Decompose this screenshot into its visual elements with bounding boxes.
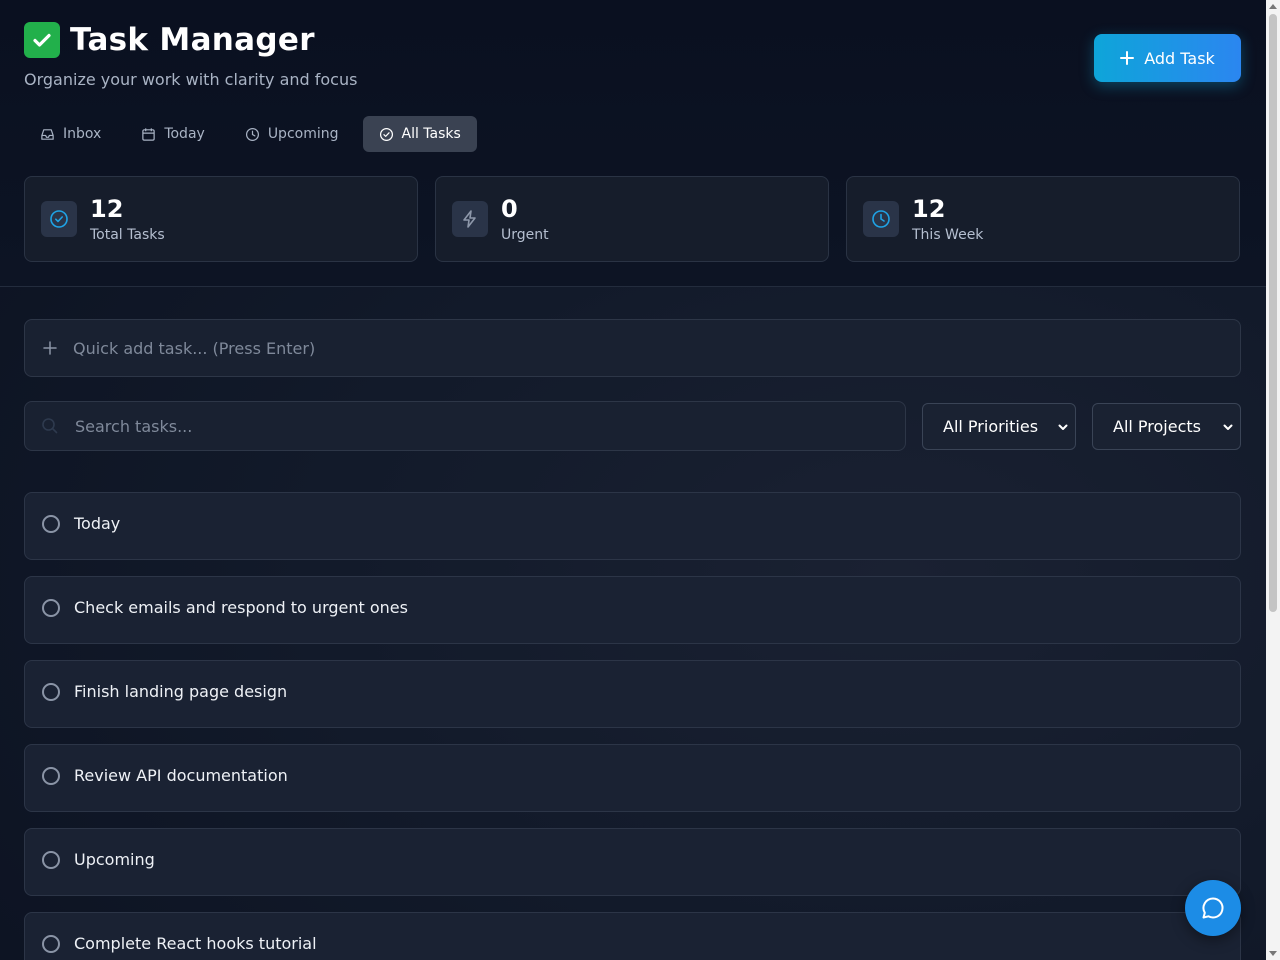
task-checkbox[interactable] bbox=[42, 515, 60, 533]
page-subtitle: Organize your work with clarity and focu… bbox=[24, 70, 358, 89]
inbox-icon bbox=[41, 128, 54, 140]
tab-today[interactable]: Today bbox=[125, 116, 221, 152]
tab-label: Upcoming bbox=[267, 126, 339, 142]
view-tabs: Inbox Today Upcoming All Tasks bbox=[24, 116, 477, 152]
priority-filter-select[interactable]: All Priorities bbox=[922, 403, 1076, 450]
stat-label: Total Tasks bbox=[90, 227, 165, 243]
task-item[interactable]: Finish landing page design bbox=[24, 660, 1241, 728]
add-task-label: Add Task bbox=[1144, 48, 1215, 68]
task-title: Upcoming bbox=[74, 849, 155, 869]
stats-row: 12 Total Tasks 0 Urgent 12 This Week bbox=[24, 176, 1240, 262]
task-manager-page: Task Manager Organize your work with cla… bbox=[0, 0, 1266, 960]
priority-filter-value: All Priorities bbox=[943, 417, 1039, 436]
add-task-button[interactable]: Add Task bbox=[1094, 34, 1241, 82]
scrollbar[interactable] bbox=[1266, 0, 1280, 960]
project-filter-value: All Projects bbox=[1113, 417, 1201, 436]
plus-icon bbox=[1120, 51, 1135, 65]
quick-add-bar bbox=[24, 319, 1241, 377]
stat-card-this-week: 12 This Week bbox=[846, 176, 1240, 262]
stat-icon-wrapper bbox=[452, 201, 488, 237]
tab-label: Today bbox=[164, 126, 205, 142]
scroll-down-arrow[interactable] bbox=[1269, 951, 1277, 956]
chat-button[interactable] bbox=[1185, 880, 1241, 936]
chevron-down-icon bbox=[1223, 424, 1233, 430]
task-item[interactable]: Check emails and respond to urgent ones bbox=[24, 576, 1241, 644]
task-title: Complete React hooks tutorial bbox=[74, 933, 317, 953]
tab-label: Inbox bbox=[63, 126, 102, 142]
stat-value: 12 bbox=[90, 195, 124, 223]
task-title: Today bbox=[74, 513, 121, 533]
stat-card-urgent: 0 Urgent bbox=[435, 176, 829, 262]
task-item[interactable]: Complete React hooks tutorial bbox=[24, 912, 1241, 960]
task-checkbox[interactable] bbox=[42, 599, 60, 617]
task-checkbox[interactable] bbox=[42, 851, 60, 869]
calendar-icon bbox=[142, 127, 156, 141]
search-icon bbox=[42, 418, 58, 434]
check-circle-icon bbox=[379, 127, 393, 141]
task-item[interactable]: Today bbox=[24, 492, 1241, 560]
project-filter-select[interactable]: All Projects bbox=[1092, 403, 1241, 450]
task-checkbox[interactable] bbox=[42, 935, 60, 953]
page-title: Task Manager bbox=[24, 22, 315, 58]
scroll-up-arrow[interactable] bbox=[1269, 4, 1277, 9]
chat-bubble-icon bbox=[1202, 897, 1224, 919]
task-checkbox[interactable] bbox=[42, 683, 60, 701]
clock-icon bbox=[245, 127, 259, 141]
tab-upcoming[interactable]: Upcoming bbox=[229, 116, 355, 152]
lightning-icon bbox=[463, 210, 476, 228]
tab-label: All Tasks bbox=[401, 126, 461, 142]
stat-value: 12 bbox=[912, 195, 946, 223]
stat-value: 0 bbox=[501, 195, 518, 223]
search-input[interactable] bbox=[75, 416, 875, 436]
stat-label: This Week bbox=[912, 227, 984, 243]
scrollbar-thumb[interactable] bbox=[1269, 14, 1277, 612]
search-box bbox=[24, 401, 906, 451]
stat-card-total: 12 Total Tasks bbox=[24, 176, 418, 262]
task-title: Finish landing page design bbox=[74, 681, 288, 701]
task-item[interactable]: Review API documentation bbox=[24, 744, 1241, 812]
tab-all-tasks[interactable]: All Tasks bbox=[362, 116, 477, 152]
clock-icon bbox=[872, 210, 890, 228]
stat-label: Urgent bbox=[501, 227, 549, 243]
task-title: Review API documentation bbox=[74, 765, 288, 785]
stat-icon-wrapper bbox=[863, 201, 899, 237]
check-mark-icon bbox=[24, 22, 60, 58]
task-title: Check emails and respond to urgent ones bbox=[74, 597, 408, 617]
task-list: Today Check emails and respond to urgent… bbox=[24, 492, 1241, 960]
quick-add-input[interactable] bbox=[73, 338, 1173, 358]
task-checkbox[interactable] bbox=[42, 767, 60, 785]
task-item[interactable]: Upcoming bbox=[24, 828, 1241, 896]
check-circle-icon bbox=[50, 210, 68, 228]
app-title-text: Task Manager bbox=[70, 22, 315, 58]
plus-icon bbox=[43, 341, 57, 355]
tab-inbox[interactable]: Inbox bbox=[24, 116, 117, 152]
stat-icon-wrapper bbox=[41, 201, 77, 237]
header: Task Manager Organize your work with cla… bbox=[0, 0, 1266, 287]
chevron-down-icon bbox=[1058, 424, 1068, 430]
